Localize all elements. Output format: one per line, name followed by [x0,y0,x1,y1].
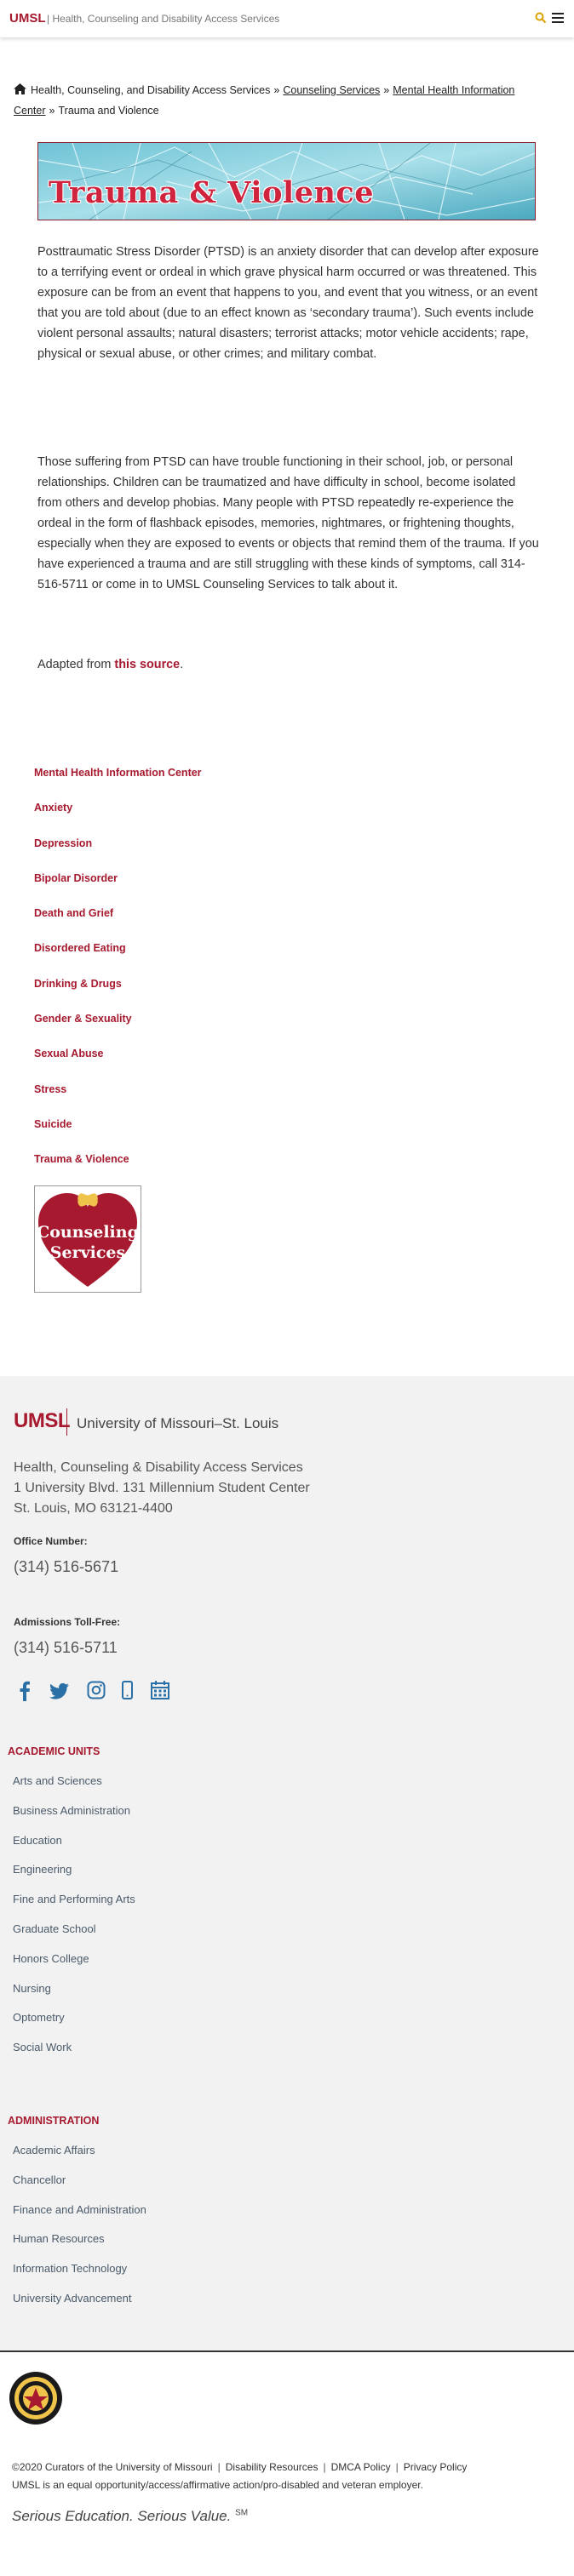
nav-item-bipolar[interactable]: Bipolar Disorder [34,870,290,905]
address-line: Health, Counseling & Disability Access S… [14,1460,303,1475]
nav-item-depression[interactable]: Depression [34,835,290,870]
nav-item-trauma-violence[interactable]: Trauma & Violence [34,1151,290,1185]
university-seal-icon[interactable] [9,2371,63,2425]
office-number-label: Office Number: [14,1535,88,1547]
footer-umsl-logo[interactable]: UMSL [14,1409,71,1433]
tagline: Serious Education. Serious Value. SM [12,2508,248,2525]
academic-unit-link[interactable]: Honors College [13,1951,268,1981]
source-link[interactable]: this source [114,658,180,671]
heart-logo-icon: Counseling Services [37,1193,139,1287]
nav-item-stress[interactable]: Stress [34,1081,290,1116]
nav-item-suicide[interactable]: Suicide [34,1116,290,1151]
article-paragraph: Those suffering from PTSD can have troub… [37,455,539,591]
twitter-icon[interactable] [49,1681,70,1703]
site-header: UMSL | Health, Counseling and Disability… [0,0,574,37]
eeo-statement: UMSL is an equal opportunity/access/affi… [12,2479,423,2491]
legal-footer: ©2020 Curators of the University of Miss… [0,2350,574,2576]
breadcrumb-separator: » [49,105,55,117]
administration-link[interactable]: Chancellor [13,2173,268,2202]
academic-unit-link[interactable]: Arts and Sciences [13,1773,268,1803]
administration-link[interactable]: Academic Affairs [13,2143,268,2173]
nav-item-mhic[interactable]: Mental Health Information Center [34,764,290,799]
academic-unit-link[interactable]: Engineering [13,1862,268,1892]
administration-link[interactable]: University Advancement [13,2291,268,2321]
administration-link[interactable]: Information Technology [13,2261,268,2291]
home-icon[interactable] [14,81,26,94]
academic-unit-link[interactable]: Education [13,1833,268,1863]
instagram-icon[interactable] [87,1681,106,1703]
breadcrumb-counseling-link[interactable]: Counseling Services [283,84,380,96]
legal-separator: | [395,2461,399,2473]
nav-item-drinking-drugs[interactable]: Drinking & Drugs [34,975,290,1010]
facebook-icon[interactable] [19,1681,31,1703]
nav-item-death-grief[interactable]: Death and Grief [34,905,290,940]
page-banner: Trauma & Violence [37,142,536,220]
nav-item-gender-sexuality[interactable]: Gender & Sexuality [34,1010,290,1045]
umsl-logo-link[interactable]: UMSL [9,11,46,26]
academic-unit-link[interactable]: Business Administration [13,1803,268,1833]
legal-text: ©2020 Curators of the University of Miss… [12,2459,467,2494]
footer-logo-divider [66,1408,67,1436]
dmca-policy-link[interactable]: DMCA Policy [331,2461,391,2473]
address-line: St. Louis, MO 63121-4400 [14,1501,173,1516]
academic-unit-link[interactable]: Graduate School [13,1922,268,1951]
administration-heading: ADMINISTRATION [8,2115,100,2127]
academic-units-heading: ACADEMIC UNITS [8,1745,100,1757]
administration-link[interactable]: Human Resources [13,2231,268,2261]
counseling-services-logo[interactable]: Counseling Services [34,1185,141,1293]
breadcrumb-separator: » [383,84,390,96]
administration-list: Academic Affairs Chancellor Finance and … [13,2143,268,2321]
calendar-icon[interactable] [151,1681,169,1703]
service-mark: SM [235,2508,249,2518]
academic-unit-link[interactable]: Fine and Performing Arts [13,1892,268,1922]
source-note-suffix: . [180,658,184,671]
search-icon[interactable] [535,12,547,24]
admissions-phone-link[interactable]: (314) 516-5711 [14,1639,118,1657]
office-phone-link[interactable]: (314) 516-5671 [14,1558,118,1576]
academic-units-list: Arts and Sciences Business Administratio… [13,1773,268,2070]
nav-item-anxiety[interactable]: Anxiety [34,799,290,834]
logo-text-counseling: Counseling [37,1223,139,1242]
article-paragraph: Posttraumatic Stress Disorder (PTSD) is … [37,245,539,361]
privacy-policy-link[interactable]: Privacy Policy [404,2461,468,2473]
site-title: | Health, Counseling and Disability Acce… [47,13,280,25]
footer-university-name: University of Missouri–St. Louis [77,1415,279,1431]
address-line: 1 University Blvd. 131 Millennium Studen… [14,1481,310,1495]
academic-unit-link[interactable]: Optometry [13,2010,268,2040]
logo-text-services: Services [50,1243,125,1262]
disability-resources-link[interactable]: Disability Resources [226,2461,319,2473]
breadcrumb: Health, Counseling, and Disability Acces… [14,80,559,121]
banner-title: Trauma & Violence [49,175,375,210]
academic-unit-link[interactable]: Social Work [13,2040,268,2070]
hamburger-menu-icon[interactable] [552,13,564,24]
legal-separator: | [217,2461,221,2473]
tagline-text: Serious Education. Serious Value. [12,2508,232,2524]
nav-item-disordered-eating[interactable]: Disordered Eating [34,940,290,974]
site-footer: UMSL University of Missouri–St. Louis He… [0,1376,574,2350]
copyright-link[interactable]: ©2020 Curators of the University of Miss… [12,2461,213,2473]
breadcrumb-separator: » [273,84,280,96]
mobile-icon[interactable] [122,1681,133,1703]
footer-address: Health, Counseling & Disability Access S… [14,1458,310,1519]
source-note-prefix: Adapted from [37,658,115,671]
breadcrumb-home-link[interactable]: Health, Counseling, and Disability Acces… [31,84,270,96]
legal-separator: | [323,2461,326,2473]
academic-unit-link[interactable]: Nursing [13,1981,268,2011]
admissions-label: Admissions Toll-Free: [14,1616,121,1628]
mental-health-nav: Mental Health Information Center Anxiety… [34,764,290,1186]
source-note: Adapted from this source. [37,658,183,671]
nav-item-sexual-abuse[interactable]: Sexual Abuse [34,1045,290,1080]
administration-link[interactable]: Finance and Administration [13,2202,268,2232]
breadcrumb-current: Trauma and Violence [58,105,159,117]
